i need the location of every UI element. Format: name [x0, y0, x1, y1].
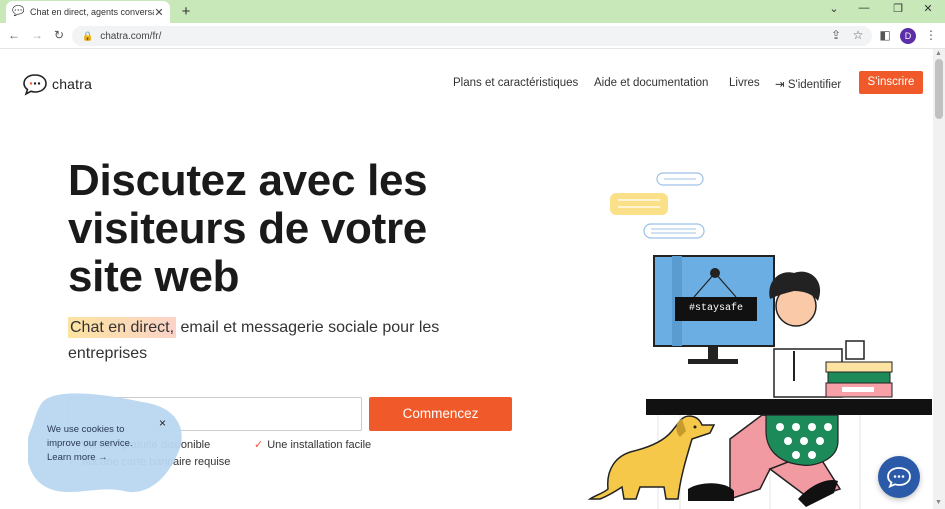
chat-bubble-icon: 💬: [12, 6, 25, 17]
web-page: chatra Plans et caractéristiques Aide et…: [0, 49, 933, 509]
scroll-up-icon[interactable]: ▲: [935, 50, 942, 57]
tab-search-icon[interactable]: ⌄: [826, 2, 842, 15]
nav-login[interactable]: ⇥ S'identifier: [775, 77, 841, 91]
login-icon: ⇥: [775, 79, 785, 91]
browser-tab[interactable]: 💬 Chat en direct, agents conversati ✕: [6, 1, 170, 23]
nav-plans[interactable]: Plans et caractéristiques: [453, 77, 578, 89]
scroll-thumb[interactable]: [935, 59, 943, 119]
chatra-logo-icon: [23, 74, 47, 96]
logo-text: chatra: [52, 76, 93, 92]
hero-illustration: [587, 172, 932, 509]
cookie-line-2: improve our service.: [47, 438, 133, 449]
signup-button[interactable]: S'inscrire: [859, 71, 923, 94]
nav-login-label: S'identifier: [787, 79, 842, 91]
feature-install-label: Une installation facile: [267, 439, 372, 451]
hero-subtitle: Chat en direct, email et messagerie soci…: [68, 315, 488, 367]
new-tab-button[interactable]: +: [177, 3, 195, 20]
tab-title: Chat en direct, agents conversati: [30, 7, 154, 17]
close-window-icon[interactable]: ✕: [920, 2, 936, 15]
subtitle-highlight: Chat en direct,: [68, 317, 177, 338]
chat-fab-button[interactable]: [878, 456, 920, 498]
avatar[interactable]: D: [900, 28, 916, 44]
tab-strip: 💬 Chat en direct, agents conversati ✕ + …: [0, 0, 945, 23]
check-icon: ✓: [254, 439, 264, 451]
sidebar-icon[interactable]: ◧: [877, 28, 893, 42]
scroll-down-icon[interactable]: ▼: [935, 499, 942, 506]
feature-install: ✓ Une installation facile: [254, 438, 371, 451]
logo[interactable]: chatra: [22, 72, 92, 96]
browser-toolbar: ← → ↻ 🔒 chatra.com/fr/ ⇪ ☆ ◧ D ⋮: [0, 23, 945, 49]
nav-help[interactable]: Aide et documentation: [594, 77, 708, 89]
menu-dots-icon[interactable]: ⋮: [923, 28, 939, 42]
back-arrow-icon[interactable]: ←: [6, 28, 22, 42]
reload-icon[interactable]: ↻: [51, 28, 67, 42]
forward-arrow-icon[interactable]: →: [29, 28, 45, 42]
restore-icon[interactable]: ❐: [890, 2, 906, 15]
hero-title: Discutez avec les visiteurs de votre sit…: [68, 156, 428, 301]
star-icon[interactable]: ☆: [850, 28, 866, 42]
cookie-learn-more-link[interactable]: Learn more →: [47, 451, 147, 465]
minimize-icon[interactable]: —: [856, 2, 872, 14]
cookie-close-icon[interactable]: ×: [159, 416, 171, 430]
url-text: chatra.com/fr/: [100, 30, 162, 42]
staysafe-sign: #staysafe: [675, 297, 757, 321]
chat-fab-icon: [887, 467, 911, 488]
lock-icon: 🔒: [82, 30, 94, 41]
share-icon[interactable]: ⇪: [828, 28, 844, 42]
cookie-text: We use cookies to improve our service. L…: [47, 423, 147, 465]
page-scrollbar[interactable]: ▲ ▼: [933, 49, 945, 509]
address-bar[interactable]: 🔒 chatra.com/fr/: [72, 26, 872, 46]
start-button[interactable]: Commencez: [369, 397, 512, 431]
cookie-line-1: We use cookies to: [47, 424, 125, 435]
tab-close-icon[interactable]: ✕: [154, 6, 164, 19]
nav-books[interactable]: Livres: [729, 77, 760, 89]
